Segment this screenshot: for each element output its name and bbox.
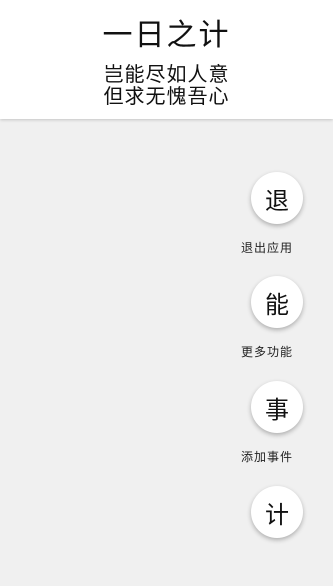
more-features-action: 能 更多功能 bbox=[0, 276, 333, 376]
motto-line-1: 岂能尽如人意 bbox=[103, 62, 230, 86]
app-motto: 岂能尽如人意 但求无愧吾心 bbox=[0, 63, 333, 107]
add-event-button[interactable]: 事 bbox=[251, 381, 303, 433]
exit-app-label: 退出应用 bbox=[241, 241, 294, 255]
more-features-button[interactable]: 能 bbox=[251, 276, 303, 328]
plan-action: 计 bbox=[0, 486, 333, 586]
motto-line-2: 但求无愧吾心 bbox=[103, 84, 230, 108]
plan-button[interactable]: 计 bbox=[251, 486, 303, 538]
app-title: 一日之计 bbox=[102, 18, 231, 53]
add-event-action: 事 添加事件 bbox=[0, 381, 333, 481]
exit-app-button[interactable]: 退 bbox=[251, 172, 303, 224]
more-features-label: 更多功能 bbox=[241, 345, 294, 359]
header: 一日之计 岂能尽如人意 但求无愧吾心 bbox=[0, 0, 333, 119]
exit-app-action: 退 退出应用 bbox=[0, 172, 333, 272]
add-event-label: 添加事件 bbox=[241, 450, 294, 464]
